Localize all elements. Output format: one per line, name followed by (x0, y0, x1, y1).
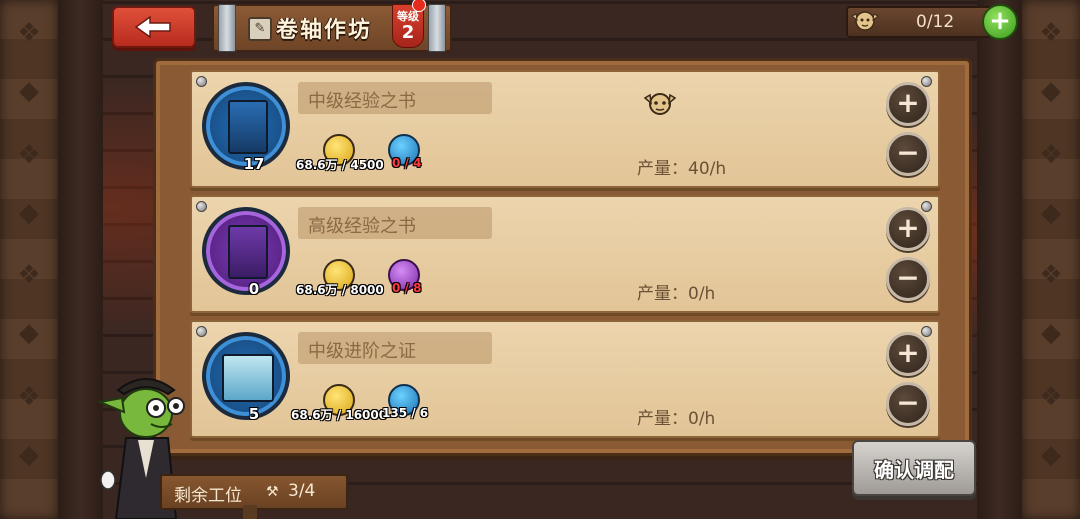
arrow-left-icon (134, 15, 171, 39)
confirm-button[interactable]: 确认调配 (852, 440, 976, 496)
add-worker-button[interactable]: + (886, 332, 930, 376)
item-icon-frame[interactable]: 17 (202, 82, 290, 173)
production-row: 5 中级进阶之证 68.6万 / 16000 135 / 6 产量：0/h + … (190, 320, 940, 438)
gold-cost: 68.6万 / 8000 (296, 283, 384, 297)
item-name-box: 中级进阶之证 (298, 332, 492, 364)
plus-icon: + (896, 86, 920, 119)
page-title: 卷轴作坊 (276, 18, 373, 43)
nail (921, 201, 932, 212)
workers-count: 0/12 (916, 12, 955, 32)
output-rate: 产量：0/h (637, 284, 716, 304)
nail (921, 326, 932, 337)
remove-worker-button[interactable]: − (886, 132, 930, 176)
minus-icon: − (896, 136, 920, 169)
nail (196, 201, 207, 212)
item-count: 5 (248, 405, 260, 423)
hammer-icon: ⚒ (266, 484, 279, 500)
back-button[interactable] (112, 6, 196, 48)
sign-post (243, 505, 257, 519)
title-cap-right (428, 4, 446, 52)
add-worker-button[interactable]: + (886, 82, 930, 126)
confirm-label: 确认调配 (874, 457, 954, 482)
gold-cost: 68.6万 / 4500 (296, 158, 384, 172)
item-name: 中级经验之书 (308, 91, 416, 112)
item-count: 0 (248, 280, 260, 298)
remove-worker-button[interactable]: − (886, 382, 930, 426)
remaining-value: 3/4 (288, 481, 316, 501)
plus-icon: + (896, 211, 920, 244)
production-row: 17 中级经验之书 68.6万 / 4500 0 / 4 产量：40/h + − (190, 70, 940, 188)
item-count: 17 (243, 155, 265, 173)
material-cost: 0 / 4 (392, 156, 422, 170)
add-worker-button[interactable]: + (886, 207, 930, 251)
gold-cost: 68.6万 / 16000 (291, 408, 388, 422)
exp-book-blue-icon (228, 100, 268, 154)
item-name-box: 中级经验之书 (298, 82, 492, 114)
item-name: 高级经验之书 (308, 216, 416, 237)
item-icon-frame[interactable]: 5 (202, 332, 290, 423)
level-value: 2 (401, 22, 415, 43)
assigned-goblin-icon (643, 93, 677, 115)
production-row: 0 高级经验之书 68.6万 / 8000 0 / 8 产量：0/h + − (190, 195, 940, 313)
nail (196, 326, 207, 337)
plus-icon: + (896, 336, 920, 369)
workers-counter: 0/12 (846, 6, 1000, 38)
item-name-box: 高级经验之书 (298, 207, 492, 239)
right-pillar (977, 0, 1022, 519)
item-name: 中级进阶之证 (308, 341, 416, 362)
remove-worker-button[interactable]: − (886, 257, 930, 301)
material-cost: 135 / 6 (382, 406, 429, 420)
output-rate: 产量：0/h (637, 409, 716, 429)
scroll-icon: ✎ (248, 17, 272, 41)
nail (921, 76, 932, 87)
remaining-label: 剩余工位 (174, 486, 242, 506)
title-cap-left (218, 4, 236, 52)
advancement-scroll-icon (222, 354, 274, 402)
material-cost: 0 / 8 (392, 281, 422, 295)
minus-icon: − (896, 386, 920, 419)
goblin-worker-icon (851, 11, 879, 31)
nail (196, 76, 207, 87)
add-workers-button[interactable]: + (982, 4, 1018, 40)
exp-book-purple-icon (228, 225, 268, 279)
output-rate: 产量：40/h (637, 159, 727, 179)
right-wood-panel: ❖ ◆ ❖ ◆ ❖ ◆ ❖ ◆ (1022, 0, 1080, 519)
left-wood-panel: ❖ ◆ ❖ ◆ ❖ ◆ ❖ ◆ (0, 0, 58, 519)
minus-icon: − (896, 261, 920, 294)
plus-icon: + (989, 6, 1011, 36)
item-icon-frame[interactable]: 0 (202, 207, 290, 298)
